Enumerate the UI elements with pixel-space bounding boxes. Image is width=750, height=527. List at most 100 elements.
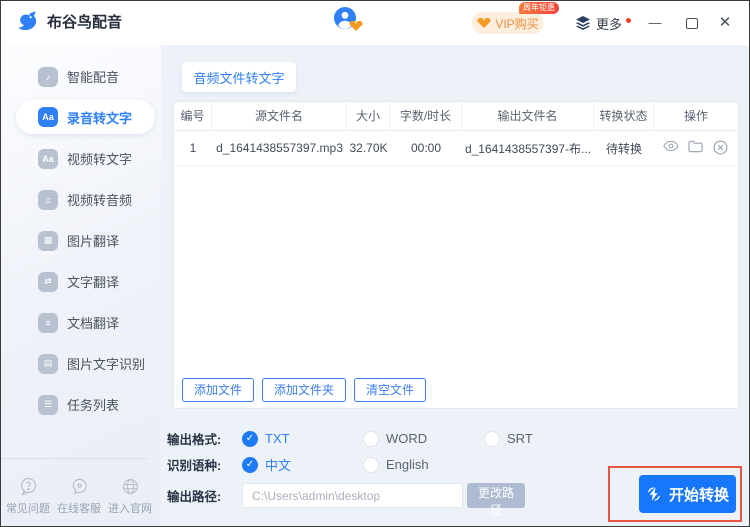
vip-purchase-label: VIP购买 [495,16,539,31]
main-content: 音频文件转文字 编号 源文件名 大小 字数/时长 输出文件名 转换状态 操作 1… [161,45,749,526]
language-label: 识别语种: [167,459,222,473]
sidebar-item-label: 视频转音频 [67,193,133,208]
change-path-button[interactable]: 更改路径 [467,483,525,517]
official-site-link[interactable]: 进入官网 [105,477,155,516]
sidebar-item-label: 录音转文字 [67,110,133,126]
radio-format-srt-label: SRT [507,431,533,446]
vip-purchase-button[interactable]: VIP购买 [472,12,544,34]
output-format-row: 输出格式: TXT WORD SRT [167,429,605,448]
header-actions: 操作 [683,108,708,123]
header-status: 转换状态 [594,102,654,130]
maximize-icon [686,18,698,30]
radio-format-txt[interactable]: TXT [242,430,363,447]
cell-duration: 00:00 [410,141,442,155]
app-window: 布谷鸟配音 VIP购买 周年钜惠 更多 — ✕ ♪ 智能配音 Aa 录音转文字 … [0,0,750,527]
sidebar-item-image-ocr[interactable]: ▤ 图片文字识别 [1,343,161,384]
layers-icon [576,16,590,30]
cell-size: 32.70K [349,141,388,155]
sidebar-item-label: 图片翻译 [67,234,120,249]
globe-icon [122,479,138,494]
radio-lang-chinese[interactable]: 中文 [242,455,363,474]
sidebar-item-smart-dubbing[interactable]: ♪ 智能配音 [1,56,161,97]
cell-status: 待转换 [605,141,642,156]
file-buttons-group: 添加文件 添加文件夹 清空文件 [182,378,427,402]
clear-files-button[interactable]: 清空文件 [354,378,427,402]
radio-checked-icon [242,430,258,447]
faq-link[interactable]: 常见问题 [3,477,53,516]
header-wordcount-duration: 字数/时长 [390,102,462,130]
start-convert-button[interactable]: 开始转换 [639,475,736,513]
sidebar-divider [1,458,147,459]
sidebar-item-label: 文字翻译 [67,275,120,290]
sidebar-item-image-translate[interactable]: ▦ 图片翻译 [1,220,161,261]
preview-eye-icon[interactable] [663,140,679,156]
image-ocr-icon: ▤ [38,353,58,374]
annotation-highlight-box: 开始转换 [608,466,742,522]
doc-translate-icon: ≡ [38,312,58,333]
tab-audio-file-to-text[interactable]: 音频文件转文字 [182,62,296,92]
sidebar-item-label: 图片文字识别 [67,357,146,372]
radio-format-word[interactable]: WORD [363,430,484,447]
sidebar-item-label: 视频转文字 [67,152,133,167]
radio-format-srt[interactable]: SRT [484,430,605,447]
output-path-label: 输出路径: [167,490,222,504]
header-index: 编号 [174,102,212,130]
task-list-icon: ☰ [38,394,58,415]
radio-unchecked-icon [484,430,500,447]
radio-format-word-label: WORD [386,431,428,446]
close-button[interactable]: ✕ [713,1,737,45]
remove-file-icon[interactable] [713,140,729,156]
question-icon [20,478,36,496]
radio-unchecked-icon [363,430,379,447]
video-to-audio-icon: ♫ [38,189,58,210]
add-folder-button[interactable]: 添加文件夹 [262,378,347,402]
official-site-label: 进入官网 [108,503,152,515]
vip-promo-badge: 周年钜惠 [519,2,559,14]
smart-dubbing-icon: ♪ [38,66,58,87]
online-support-label: 在线客服 [57,503,101,515]
notification-dot [626,18,631,23]
cell-output-file: d_1641438557397-布... [464,141,592,156]
sidebar-item-audio-to-text[interactable]: Aa 录音转文字 [16,100,155,134]
video-to-text-icon: Aa [38,148,58,169]
more-menu-button[interactable]: 更多 [575,14,622,32]
header-output-file: 输出文件名 [462,102,594,130]
vip-gem-icon [477,18,492,28]
output-path-input[interactable] [242,483,463,508]
radio-unchecked-icon [363,456,379,473]
app-title: 布谷鸟配音 [47,14,123,31]
output-format-label: 输出格式: [167,433,222,447]
sidebar-item-text-translate[interactable]: ⇄ 文字翻译 [1,261,161,302]
file-table-panel: 编号 源文件名 大小 字数/时长 输出文件名 转换状态 操作 1 d_16414… [173,101,739,409]
faq-label: 常见问题 [6,503,50,515]
sidebar-item-doc-translate[interactable]: ≡ 文档翻译 [1,302,161,343]
open-folder-icon[interactable] [688,140,704,156]
radio-lang-english[interactable]: English [363,456,484,473]
radio-lang-chinese-label: 中文 [265,458,292,473]
maximize-button[interactable] [680,1,704,45]
sidebar-item-label: 智能配音 [67,70,120,85]
cell-actions [654,140,738,156]
app-logo-bird-icon [18,11,37,31]
online-support-link[interactable]: 在线客服 [54,477,104,516]
image-translate-icon: ▦ [38,230,58,251]
radio-checked-icon [242,456,258,473]
sidebar-footer: 常见问题 在线客服 进入官网 [3,477,155,516]
cell-index: 1 [189,141,197,155]
header-source-file: 源文件名 [212,102,347,130]
audio-to-text-icon: Aa [38,107,58,127]
cell-source-file: d_1641438557397.mp3 [216,141,343,155]
sidebar-item-label: 文档翻译 [67,316,120,331]
language-row: 识别语种: 中文 English [167,455,484,474]
sidebar-item-video-to-text[interactable]: Aa 视频转文字 [1,138,161,179]
avatar-vip-badge-icon [349,21,363,31]
sidebar-item-task-list[interactable]: ☰ 任务列表 [1,384,161,425]
minimize-button[interactable]: — [643,1,667,45]
header-size: 大小 [347,102,390,130]
start-convert-label: 开始转换 [668,486,729,504]
sidebar: ♪ 智能配音 Aa 录音转文字 Aa 视频转文字 ♫ 视频转音频 ▦ 图片翻译 … [1,45,161,526]
radio-lang-english-label: English [386,457,429,472]
sidebar-item-label: 任务列表 [67,398,120,413]
sidebar-item-video-to-audio[interactable]: ♫ 视频转音频 [1,179,161,220]
add-file-button[interactable]: 添加文件 [182,378,255,402]
